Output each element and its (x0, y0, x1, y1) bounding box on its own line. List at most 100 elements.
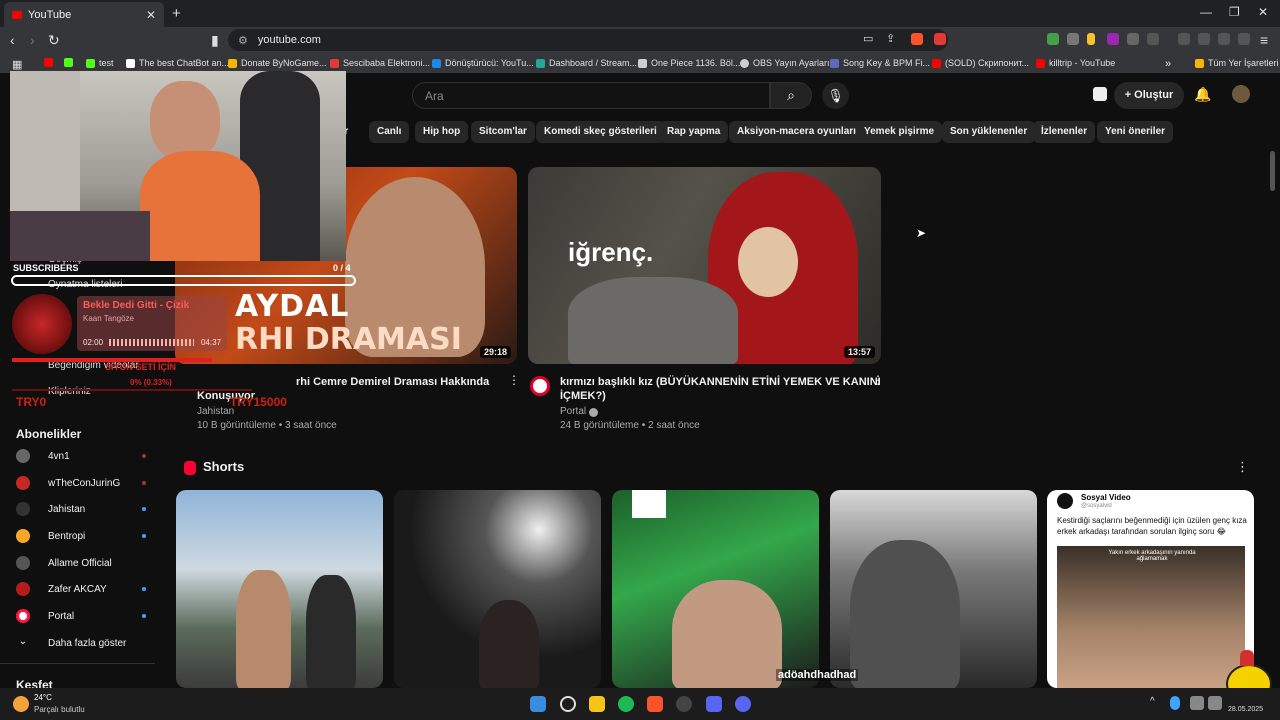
chip[interactable]: Yeni öneriler (1097, 121, 1174, 143)
search-input[interactable]: Ara (412, 82, 770, 109)
video-channel[interactable]: Portal (560, 405, 586, 419)
tray-chevron-icon[interactable]: ^ (1150, 696, 1155, 707)
brave-icon[interactable] (647, 696, 663, 712)
bookmark-item[interactable]: (SOLD) Скрипонит... (932, 58, 1029, 68)
sidebar-subscription[interactable]: wTheConJurinG (16, 473, 146, 493)
bookmark-item[interactable]: Song Key & BPM Fi... (830, 58, 930, 68)
video-title[interactable]: kırmızı başlıklı kız (BÜYÜKANNENİN ETİNİ… (560, 375, 881, 389)
notifications-bell-icon[interactable]: 🔔 (1194, 86, 1211, 103)
scrollbar[interactable] (1270, 151, 1275, 191)
video-channel[interactable]: Jahistan (197, 405, 234, 419)
sidebar-subscription[interactable]: Portal (16, 606, 146, 626)
close-tab-icon[interactable]: ✕ (146, 8, 156, 22)
chip[interactable]: Canlı (369, 121, 410, 143)
more-options-icon[interactable]: ⋮ (872, 373, 884, 387)
all-bookmarks-folder[interactable]: Tüm Yer İşaretleri (1195, 58, 1279, 68)
sidebar-subscription[interactable]: Jahistan (16, 499, 146, 519)
screenshot-icon[interactable] (1147, 33, 1159, 45)
chip[interactable]: Hip hop (415, 121, 469, 143)
sidebar-item-clips[interactable]: Klipleriniz (48, 386, 91, 397)
video-title[interactable]: rhi Cemre Demirel Draması Hakkında (296, 375, 489, 389)
discord-alt-icon[interactable] (735, 696, 751, 712)
chip[interactable]: Aksiyon-macera oyunları (729, 121, 864, 143)
extension-pen-icon[interactable] (1087, 33, 1095, 45)
channel-avatar[interactable] (530, 376, 550, 396)
share-icon[interactable]: ⇪ (886, 32, 895, 45)
bookmark-item[interactable]: Dönüştürücü: YouTu... (432, 58, 534, 68)
chip[interactable]: Rap yapma (659, 121, 729, 143)
chip[interactable]: İzlenenler (1033, 121, 1096, 143)
restore-icon[interactable]: ❐ (1229, 5, 1240, 19)
sidebar-show-more[interactable]: ⌄ Daha fazla göster (16, 633, 146, 653)
voice-search-button[interactable]: 🎙 (822, 82, 849, 109)
more-options-icon[interactable]: ⋮ (508, 373, 520, 387)
bookmark-item[interactable]: Dashboard / Stream... (536, 58, 637, 68)
more-bookmarks-icon[interactable]: » (1165, 58, 1171, 70)
extension-shield-icon[interactable] (1067, 33, 1079, 45)
youtube-bookmark-icon[interactable] (44, 58, 53, 67)
short-channel-avatar (1057, 493, 1073, 509)
apps-grid-icon[interactable]: ▦ (12, 58, 22, 71)
weather-icon[interactable] (13, 696, 29, 712)
brave-rewards-icon[interactable] (934, 33, 946, 45)
reload-icon[interactable]: ↻ (48, 32, 60, 49)
bookmark-item[interactable]: test (86, 58, 114, 68)
extension-vpn-icon[interactable] (1047, 33, 1059, 45)
bookmark-icon[interactable]: ▮ (211, 32, 219, 49)
shorts-more-icon[interactable]: ⋮ (1236, 459, 1249, 475)
search-taskbar-icon[interactable] (560, 696, 576, 712)
avatar[interactable] (1232, 85, 1250, 103)
back-icon[interactable]: ‹ (10, 32, 15, 48)
short-card[interactable] (830, 490, 1037, 688)
short-card[interactable] (394, 490, 601, 688)
wallet-icon[interactable] (1198, 33, 1210, 45)
sidebar-subscription[interactable]: Bentropi (16, 526, 146, 546)
extensions-icon[interactable] (1127, 33, 1139, 45)
channel-avatar (16, 449, 30, 463)
short-card[interactable] (176, 490, 383, 688)
close-window-icon[interactable]: ✕ (1258, 5, 1268, 19)
bookmark-item[interactable]: Sescibaba Elektroni... (330, 58, 430, 68)
studio-icon[interactable] (1093, 87, 1107, 101)
address-field[interactable]: ⚙ youtube.com (228, 29, 948, 51)
menu-icon[interactable]: ≡ (1260, 32, 1268, 48)
video-thumbnail[interactable]: iğrenç. 13:57 (528, 167, 881, 364)
discord-icon[interactable] (706, 696, 722, 712)
mic-tray-icon[interactable] (1170, 696, 1180, 710)
chip[interactable]: Komedi skeç gösterileri (536, 121, 665, 143)
sidebar-subscription[interactable]: Zafer AKCAY (16, 579, 146, 599)
start-icon[interactable] (530, 696, 546, 712)
brave-shield-icon[interactable] (911, 33, 923, 45)
volume-icon[interactable] (1208, 696, 1222, 710)
create-button[interactable]: + Oluştur (1114, 82, 1184, 109)
kick-bookmark-icon[interactable] (64, 58, 73, 67)
short-card[interactable] (612, 490, 819, 688)
new-tab-icon[interactable]: + (172, 5, 181, 22)
bookmark-item[interactable]: One Piece 1136. Böl... (638, 58, 740, 68)
chip[interactable]: Yemek pişirme (856, 121, 943, 143)
vpn-icon[interactable] (1238, 33, 1250, 45)
network-icon[interactable] (1190, 696, 1204, 710)
cast-icon[interactable]: ▭ (863, 32, 873, 45)
sidebar-subscription[interactable]: 4vn1 (16, 446, 146, 466)
leo-ai-icon[interactable] (1218, 33, 1230, 45)
chip[interactable]: Son yüklenenler (942, 121, 1036, 143)
bookmark-item[interactable]: killtrip - YouTube (1036, 58, 1115, 68)
site-info-icon[interactable]: ⚙ (238, 34, 248, 47)
tab-youtube[interactable]: YouTube ✕ (4, 2, 164, 27)
spotify-icon[interactable] (618, 696, 634, 712)
bookmark-item[interactable]: The best ChatBot an... (126, 58, 229, 68)
video-title[interactable]: İÇMEK?) (560, 389, 606, 403)
obs-icon[interactable] (676, 696, 692, 712)
extension-twitch-icon[interactable] (1107, 33, 1119, 45)
sidebar-icon[interactable] (1178, 33, 1190, 45)
chip[interactable]: Sitcom'lar (471, 121, 535, 143)
forward-icon[interactable]: › (30, 32, 35, 48)
sidebar-subscription[interactable]: Allame Official (16, 553, 146, 573)
minimize-icon[interactable]: — (1200, 5, 1212, 19)
search-button[interactable]: ⌕ (770, 82, 812, 109)
bookmark-item[interactable]: OBS Yayın Ayarları (740, 58, 830, 68)
file-explorer-icon[interactable] (589, 696, 605, 712)
bookmark-item[interactable]: Donate ByNoGame... (228, 58, 327, 68)
short-card[interactable]: Sosyal Video @sosyalvid Kestirdiği saçla… (1047, 490, 1254, 688)
